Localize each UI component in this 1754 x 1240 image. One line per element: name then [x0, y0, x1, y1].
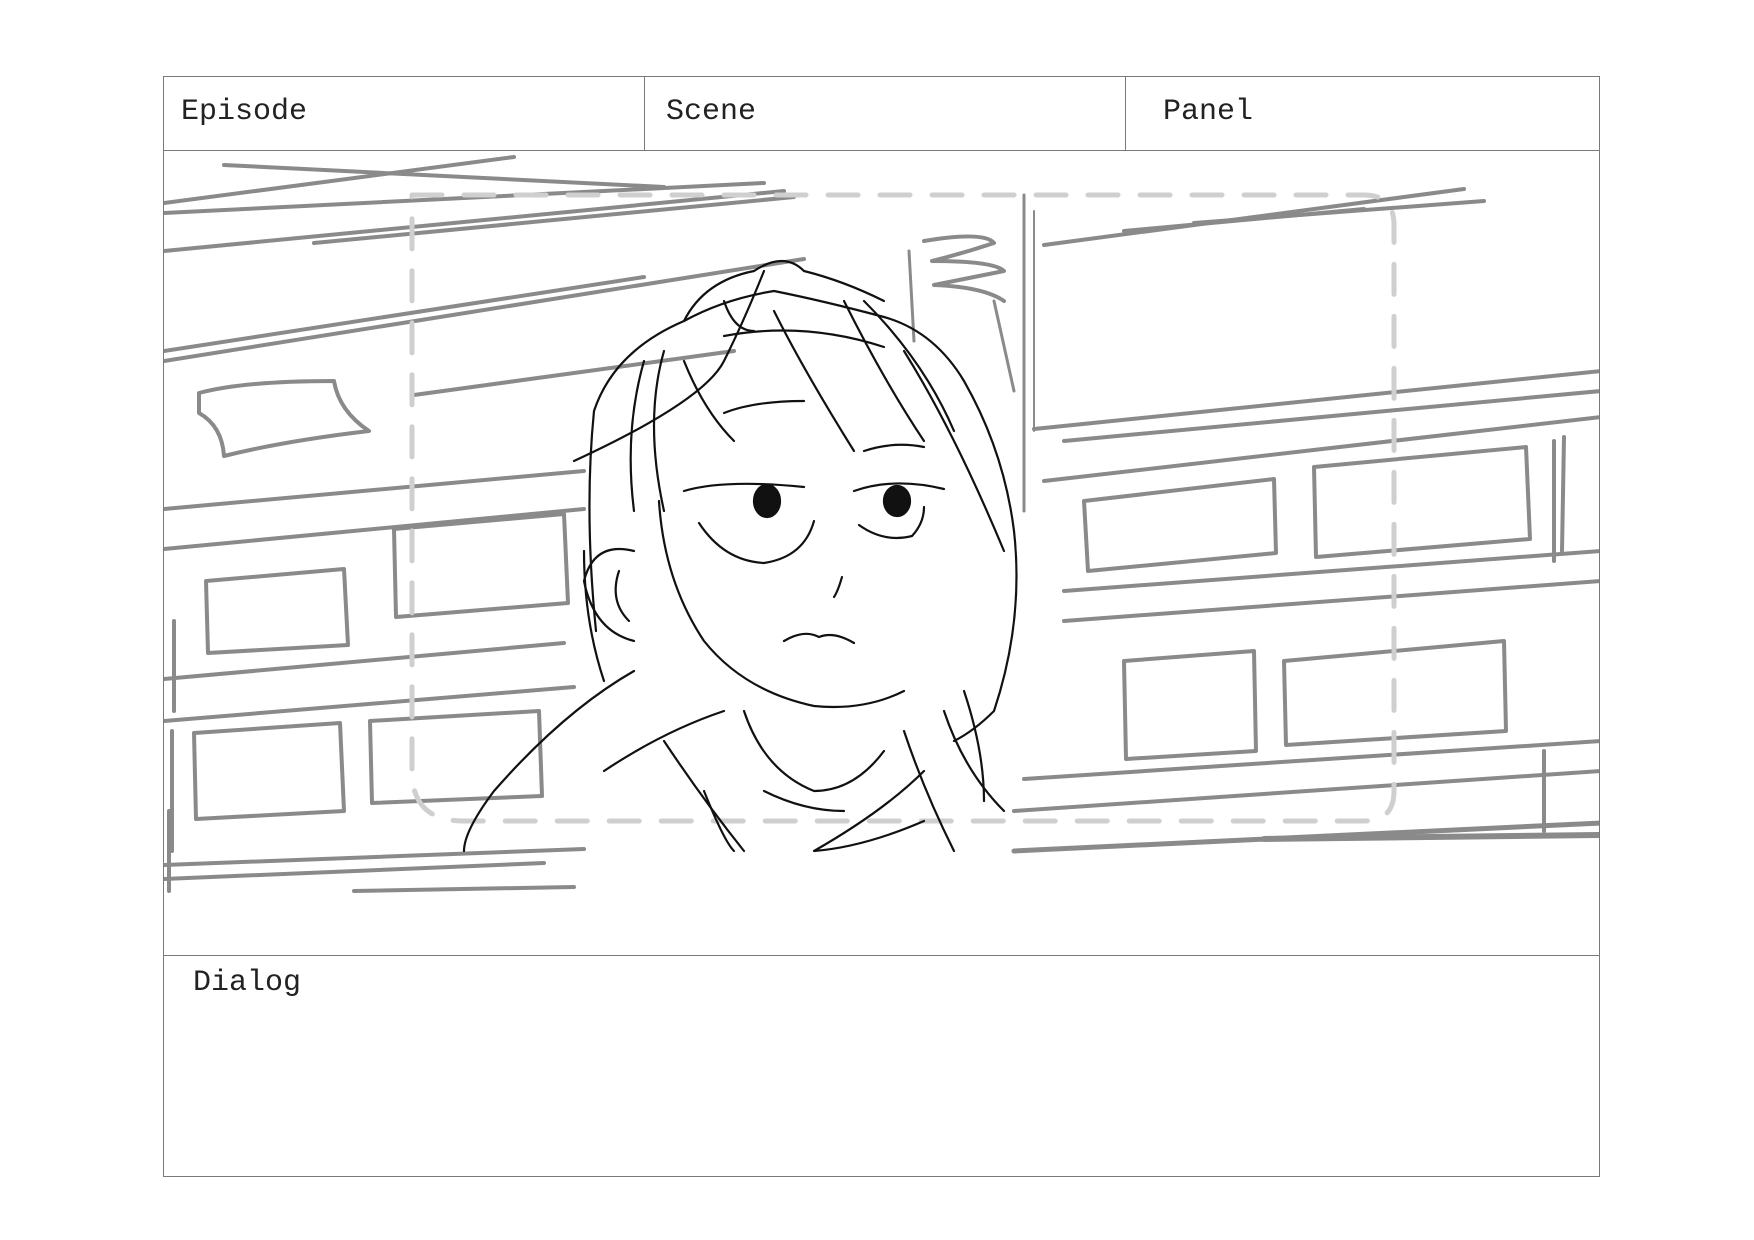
panel-drawing-area — [164, 151, 1599, 955]
scene-field: Scene — [645, 77, 1126, 150]
dialog-box: Dialog — [164, 955, 1599, 1176]
storyboard-header: Episode Scene Panel — [164, 77, 1599, 151]
panel-field: Panel — [1126, 77, 1599, 150]
episode-field: Episode — [164, 77, 645, 150]
panel-label: Panel — [1163, 95, 1254, 129]
panel-sketch — [164, 155, 1599, 893]
storyboard-sheet: Episode Scene Panel Dialog — [163, 76, 1600, 1177]
background-sketch — [164, 155, 1599, 893]
dialog-label: Dialog — [193, 966, 302, 1000]
episode-label: Episode — [181, 95, 308, 129]
scene-label: Scene — [666, 95, 757, 129]
character-sketch — [462, 259, 1018, 853]
